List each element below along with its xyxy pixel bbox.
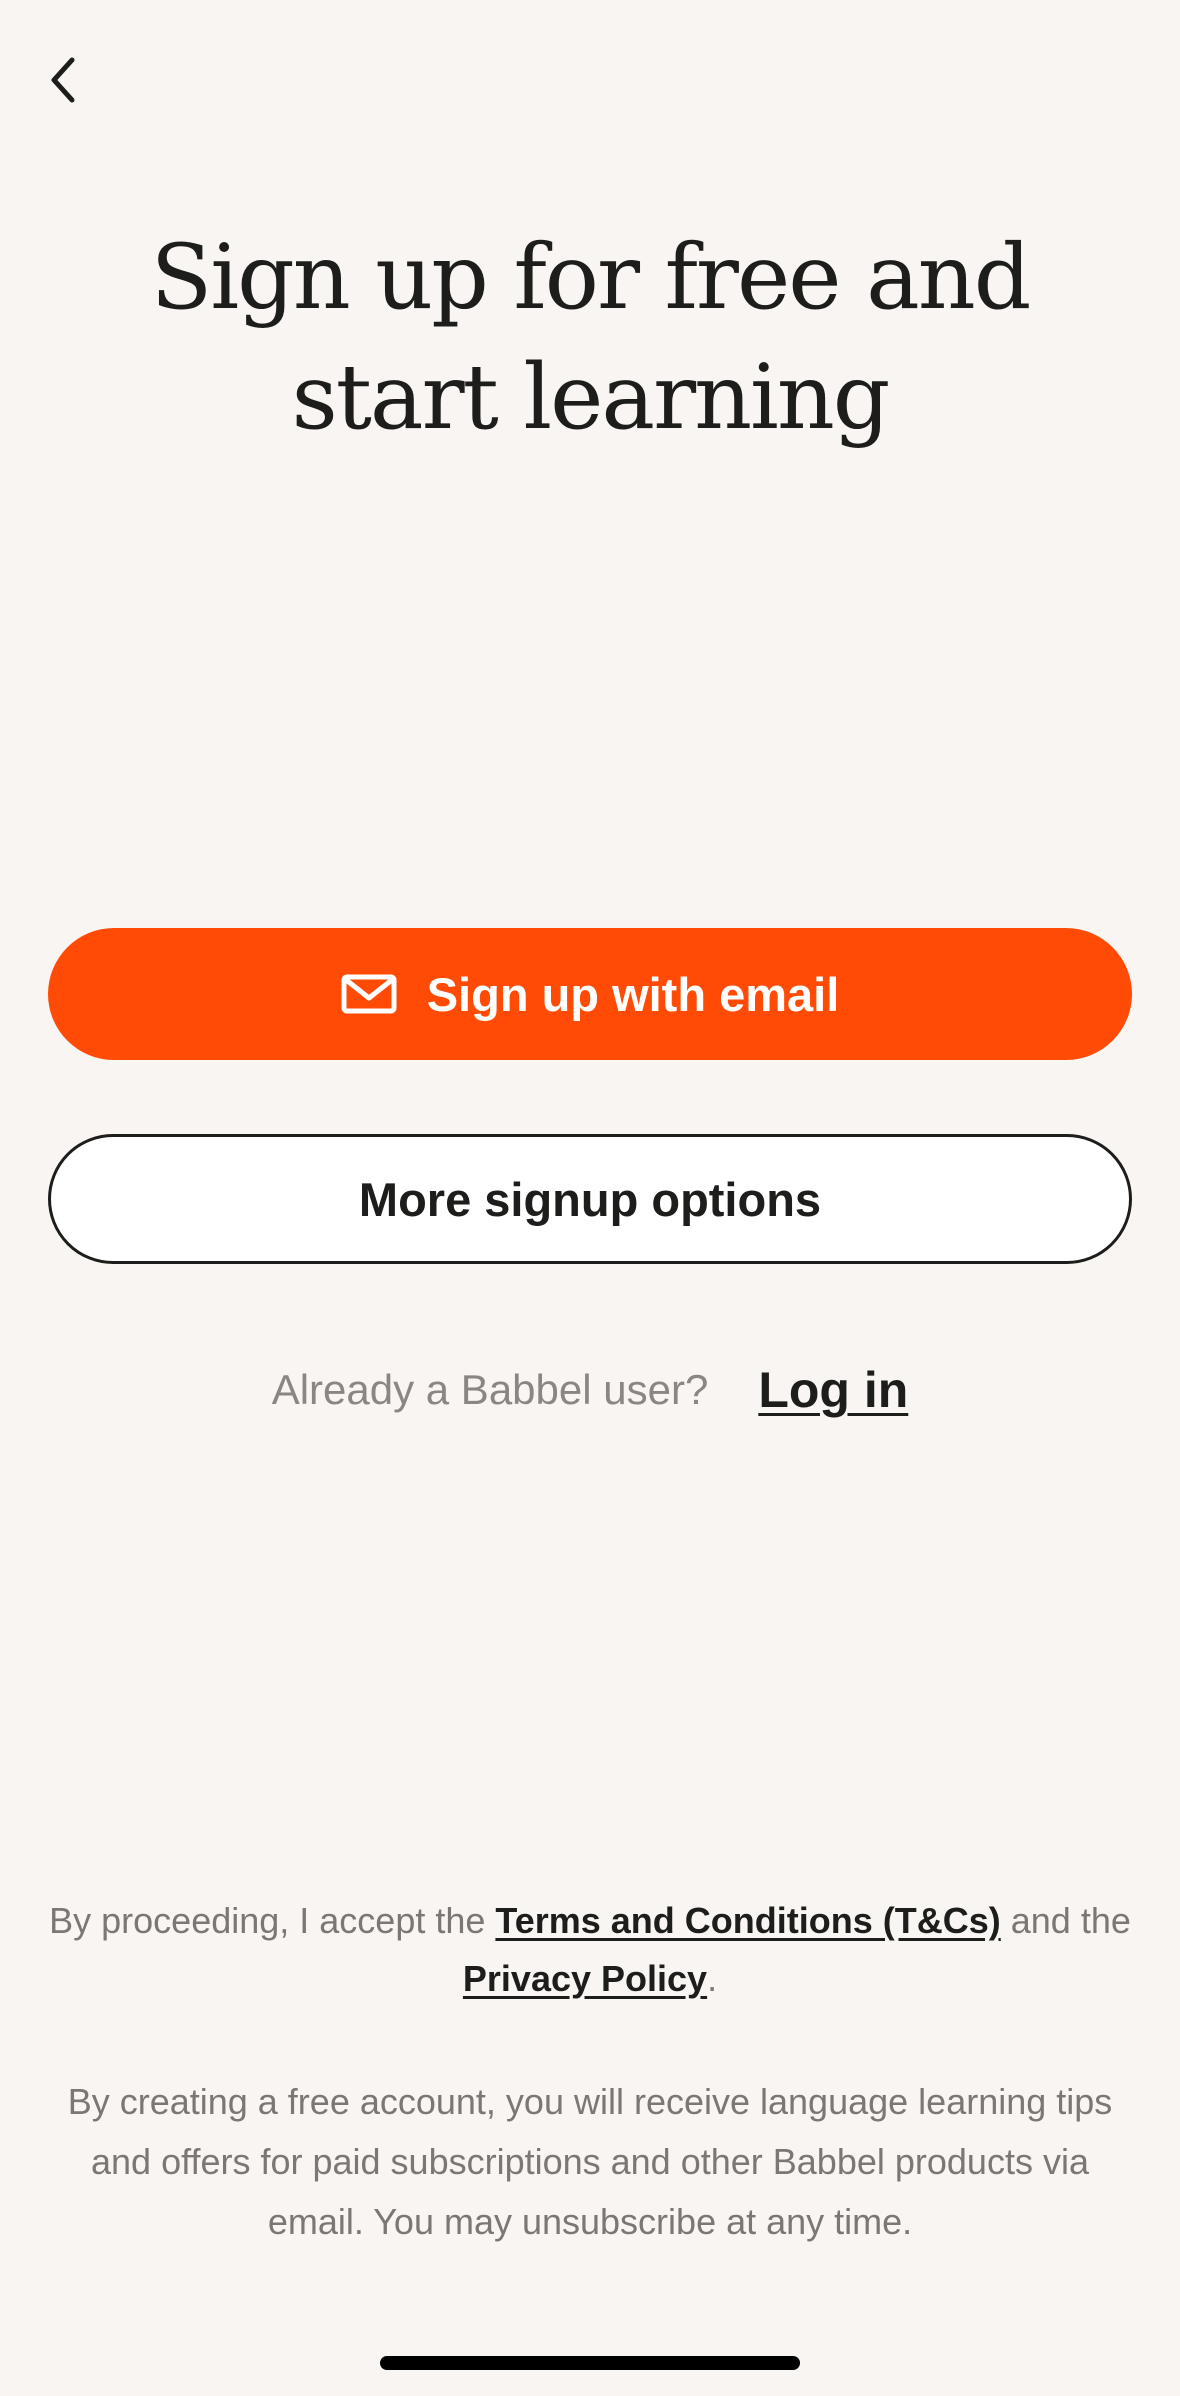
privacy-policy-link[interactable]: Privacy Policy [463, 1958, 707, 1999]
legal-prefix: By proceeding, I accept the [49, 1900, 496, 1941]
log-in-link[interactable]: Log in [758, 1361, 908, 1419]
chevron-left-icon [48, 56, 80, 109]
page-title: Sign up for free and start learning [150, 225, 1032, 450]
home-indicator [380, 2356, 800, 2370]
login-row: Already a Babbel user? Log in [0, 1350, 1180, 1430]
legal-notice: By proceeding, I accept the Terms and Co… [40, 1892, 1140, 2008]
terms-and-conditions-link[interactable]: Terms and Conditions (T&Cs) [495, 1900, 1000, 1941]
sign-up-with-email-button[interactable]: Sign up with email [48, 928, 1132, 1060]
marketing-notice: By creating a free account, you will rec… [67, 2081, 1113, 2242]
back-button[interactable] [32, 40, 96, 124]
legal-suffix: . [707, 1958, 718, 1999]
sign-up-with-email-label: Sign up with email [426, 967, 840, 1021]
mail-icon [341, 974, 397, 1014]
more-signup-options-button[interactable]: More signup options [48, 1134, 1132, 1264]
more-signup-options-label: More signup options [358, 1172, 822, 1226]
login-question: Already a Babbel user? [271, 1366, 709, 1413]
legal-middle: and the [1000, 1900, 1131, 1941]
